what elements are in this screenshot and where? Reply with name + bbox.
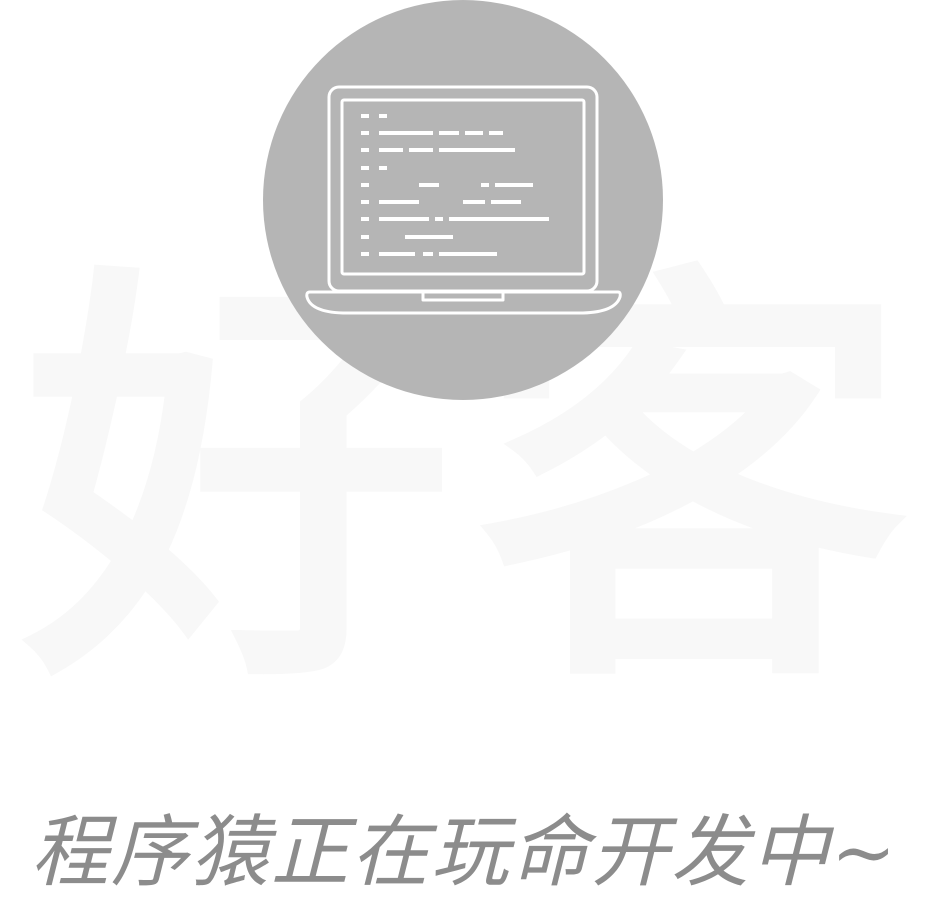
- under-development-page: 好 客 程序猿正在玩命开发中~: [0, 0, 929, 902]
- laptop-code-icon: [305, 85, 622, 315]
- laptop-badge: [263, 0, 663, 400]
- status-caption: 程序猿正在玩命开发中~: [30, 808, 899, 898]
